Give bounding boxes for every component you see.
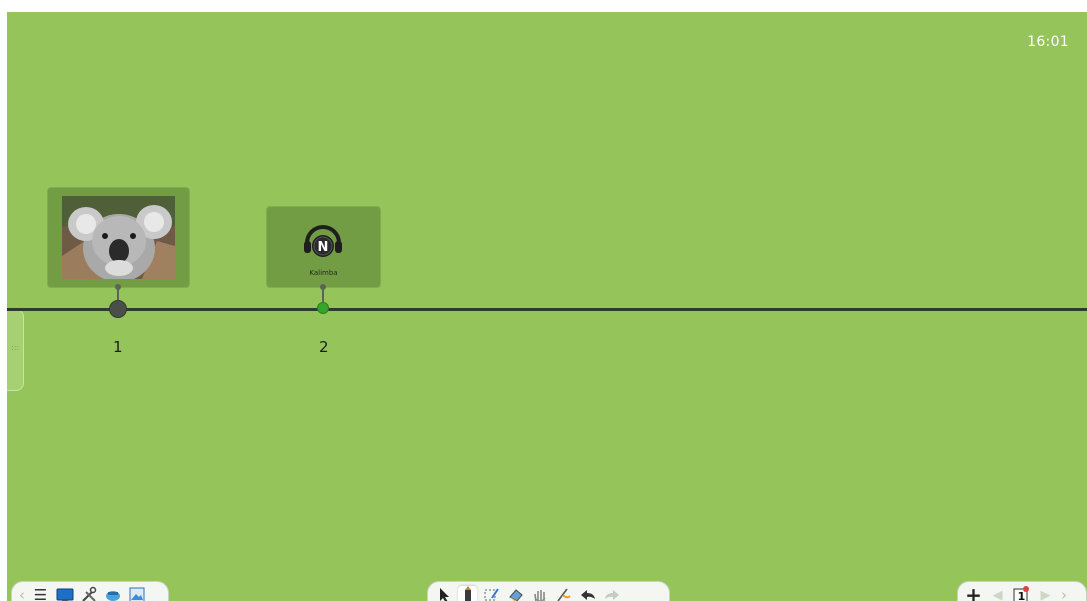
svg-text:N: N (318, 240, 329, 255)
audio-caption: Kalimba (309, 269, 338, 277)
menu-icon[interactable]: ☰ (31, 586, 50, 601)
select-arrow-icon[interactable] (434, 586, 453, 601)
clock: 16:01 (1027, 34, 1069, 50)
page-number: 1 (1017, 589, 1026, 601)
display-icon[interactable] (55, 586, 74, 601)
drawing-toolbar (427, 581, 670, 601)
previous-page-icon[interactable]: ◀ (988, 586, 1007, 601)
undo-icon[interactable] (578, 586, 597, 601)
image-library-icon[interactable] (127, 586, 146, 601)
page-thumbnail-icon[interactable]: 1 (1012, 585, 1031, 601)
lasso-icon[interactable] (482, 586, 501, 601)
pen-icon[interactable] (458, 585, 477, 601)
left-toolbar: ‹ ☰ (11, 581, 169, 601)
eraser-icon[interactable] (506, 586, 525, 601)
timeline-card-photo[interactable] (48, 188, 189, 287)
redo-icon[interactable] (602, 586, 621, 601)
add-page-icon[interactable]: + (964, 585, 983, 601)
page-toolbar: + ◀ 1 ▶ › (957, 581, 1087, 601)
koala-photo[interactable] (62, 196, 175, 279)
connector-dot-1 (115, 284, 121, 290)
timeline-card-audio[interactable]: N Kalimba (267, 207, 380, 287)
tools-icon[interactable] (79, 586, 98, 601)
next-page-icon[interactable]: ▶ (1036, 586, 1055, 601)
collapse-left-icon[interactable]: ‹ (18, 586, 26, 601)
cloud-icon[interactable] (103, 586, 122, 601)
collapse-right-icon[interactable]: › (1060, 586, 1068, 601)
timeline-node-1[interactable] (110, 301, 126, 317)
timeline-node-2[interactable] (318, 303, 328, 313)
side-panel-handle[interactable]: ::: (7, 309, 24, 391)
whiteboard-canvas[interactable]: 16:01 ::: 1 N Kalimba 2 ‹ ☰ + ◀ 1 ▶ › (7, 12, 1087, 601)
audio-headphones-icon: N (302, 221, 344, 259)
timeline-label-1: 1 (113, 338, 123, 356)
grip-icon: ::: (11, 343, 20, 352)
connector-dot-2 (320, 284, 326, 290)
timeline-line (7, 308, 1087, 311)
smart-pen-icon[interactable] (554, 586, 573, 601)
roam-hand-icon[interactable] (530, 586, 549, 601)
timeline-label-2: 2 (319, 338, 329, 356)
